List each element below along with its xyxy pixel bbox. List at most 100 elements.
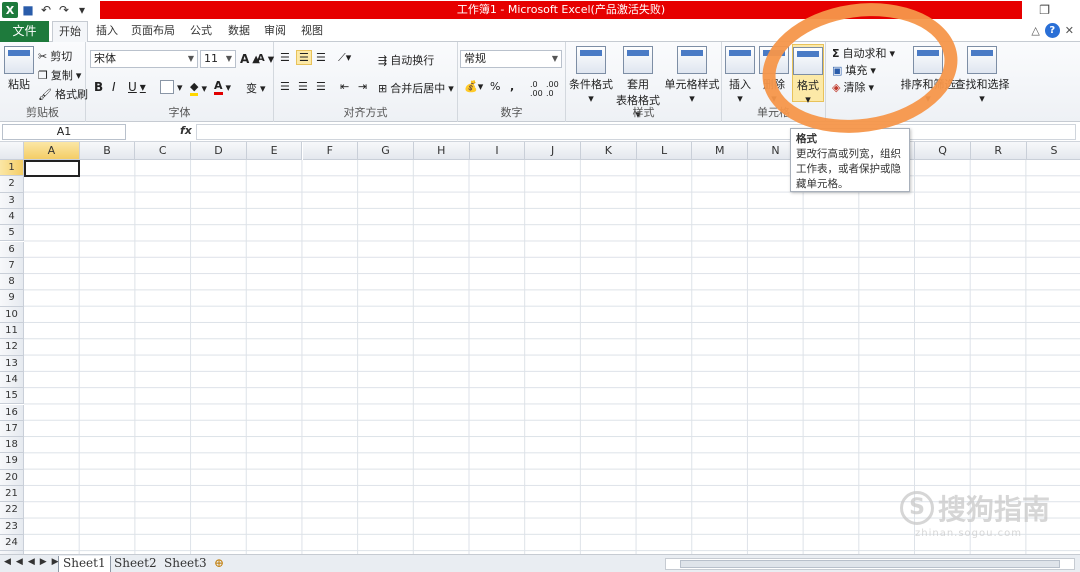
- column-header[interactable]: J: [525, 142, 581, 160]
- minimize-ribbon-icon[interactable]: △: [1031, 24, 1039, 37]
- sheet-tab-2[interactable]: Sheet2: [110, 556, 161, 572]
- conditional-formatting-button[interactable]: 条件格式 ▾: [568, 46, 614, 105]
- align-center-button[interactable]: ☰: [298, 80, 308, 93]
- underline-button[interactable]: U ▾: [128, 80, 146, 94]
- row-header[interactable]: 19: [0, 453, 24, 470]
- save-icon[interactable]: ■: [20, 2, 36, 18]
- font-color-button[interactable]: A ▾: [214, 79, 231, 95]
- row-header[interactable]: 17: [0, 420, 24, 438]
- row-header[interactable]: 24: [0, 534, 24, 552]
- cell-styles-button[interactable]: 单元格样式 ▾: [664, 46, 720, 105]
- column-header[interactable]: L: [636, 142, 693, 160]
- percent-button[interactable]: %: [490, 80, 500, 93]
- row-header[interactable]: 22: [0, 502, 24, 519]
- formula-input[interactable]: [196, 124, 1076, 140]
- bold-button[interactable]: B: [94, 80, 103, 94]
- row-header[interactable]: 4: [0, 208, 24, 226]
- undo-icon[interactable]: ↶: [38, 2, 54, 18]
- tab-page-layout[interactable]: 页面布局: [128, 21, 178, 43]
- paste-button[interactable]: 粘贴: [4, 46, 34, 92]
- help-icon[interactable]: ?: [1044, 23, 1060, 38]
- column-header[interactable]: F: [302, 142, 359, 160]
- column-header[interactable]: H: [413, 142, 470, 160]
- decrease-indent-button[interactable]: ⇤: [340, 80, 349, 93]
- tab-review[interactable]: 审阅: [258, 21, 292, 43]
- row-header[interactable]: 14: [0, 371, 24, 389]
- row-header[interactable]: 3: [0, 192, 24, 209]
- column-header[interactable]: G: [358, 142, 414, 160]
- tab-home[interactable]: 开始: [52, 21, 88, 43]
- align-left-button[interactable]: ☰: [280, 80, 290, 93]
- number-format-select[interactable]: 常规 ▼: [460, 50, 562, 68]
- insert-cells-button[interactable]: 插入 ▾: [724, 46, 756, 105]
- row-header[interactable]: 11: [0, 323, 24, 340]
- find-select-button[interactable]: 查找和选择 ▾: [952, 46, 1012, 105]
- tab-file[interactable]: 文件: [0, 21, 49, 42]
- tab-view[interactable]: 视图: [295, 21, 329, 43]
- row-header[interactable]: 15: [0, 388, 24, 405]
- row-header[interactable]: 21: [0, 486, 24, 503]
- wrap-text-button[interactable]: ⇶ 自动换行: [378, 52, 434, 68]
- font-size-select[interactable]: 11 ▼: [200, 50, 236, 68]
- row-header[interactable]: 8: [0, 274, 24, 291]
- column-header[interactable]: B: [79, 142, 136, 160]
- increase-indent-button[interactable]: ⇥: [358, 80, 367, 93]
- align-top-button[interactable]: ☰: [280, 51, 290, 64]
- format-painter-button[interactable]: 🖌 格式刷: [38, 86, 88, 102]
- tab-insert[interactable]: 插入: [90, 21, 124, 43]
- column-header[interactable]: S: [1026, 142, 1080, 160]
- merge-center-button[interactable]: ⊞ 合并后居中 ▾: [378, 80, 454, 96]
- row-header[interactable]: 1: [0, 160, 24, 177]
- redo-icon[interactable]: ↷: [56, 2, 72, 18]
- comma-button[interactable]: ,: [510, 80, 514, 93]
- row-header[interactable]: 16: [0, 404, 24, 421]
- column-header[interactable]: A: [24, 142, 80, 160]
- name-box[interactable]: A1: [2, 124, 126, 140]
- orientation-button[interactable]: ⟋▾: [338, 51, 351, 65]
- row-header[interactable]: 6: [0, 241, 24, 258]
- active-cell[interactable]: [24, 160, 80, 177]
- align-middle-button[interactable]: ☰: [296, 50, 312, 65]
- align-bottom-button[interactable]: ☰: [316, 51, 326, 64]
- phonetic-button[interactable]: 变 ▾: [246, 80, 266, 96]
- restore-window-icon[interactable]: ❐: [1039, 3, 1050, 17]
- cut-button[interactable]: ✂ 剪切: [38, 48, 72, 64]
- column-header[interactable]: K: [581, 142, 637, 160]
- column-header[interactable]: M: [692, 142, 749, 160]
- sheet-tab-1[interactable]: Sheet1: [58, 556, 111, 572]
- row-header[interactable]: 13: [0, 355, 24, 372]
- column-header[interactable]: Q: [915, 142, 971, 160]
- tab-data[interactable]: 数据: [222, 21, 256, 43]
- sheet-tab-3[interactable]: Sheet3: [160, 556, 211, 572]
- row-header[interactable]: 18: [0, 437, 24, 454]
- font-name-select[interactable]: 宋体 ▼: [90, 50, 198, 68]
- align-right-button[interactable]: ☰: [316, 80, 326, 93]
- sheet-nav-arrows[interactable]: ◀◀◀▶▶: [4, 557, 64, 567]
- row-header[interactable]: 7: [0, 257, 24, 275]
- row-header[interactable]: 20: [0, 469, 24, 486]
- customize-qat-icon[interactable]: ▾: [74, 2, 90, 18]
- tab-formulas[interactable]: 公式: [184, 21, 218, 43]
- row-header[interactable]: 5: [0, 225, 24, 242]
- borders-button[interactable]: ▾: [160, 80, 183, 94]
- insert-function-icon[interactable]: fx: [180, 124, 192, 137]
- horizontal-scrollbar[interactable]: [665, 558, 1075, 570]
- row-header[interactable]: 10: [0, 306, 24, 323]
- row-header[interactable]: 9: [0, 290, 24, 307]
- column-header[interactable]: D: [191, 142, 247, 160]
- currency-button[interactable]: 💰▾: [464, 80, 483, 93]
- row-header[interactable]: 12: [0, 339, 24, 356]
- row-header[interactable]: 23: [0, 518, 24, 535]
- decrease-decimal-button[interactable]: .00.0: [546, 80, 559, 98]
- fill-color-button[interactable]: ◆ ▾: [190, 80, 207, 96]
- shrink-font-button[interactable]: A ▼: [257, 53, 274, 64]
- column-header[interactable]: R: [970, 142, 1027, 160]
- close-window-icon[interactable]: ✕: [1065, 24, 1074, 37]
- copy-button[interactable]: ❐ 复制 ▾: [38, 67, 81, 83]
- row-header[interactable]: 2: [0, 176, 24, 193]
- scrollbar-thumb[interactable]: [680, 560, 1060, 568]
- italic-button[interactable]: I: [112, 80, 116, 94]
- new-sheet-icon[interactable]: ⊕: [210, 556, 228, 572]
- column-header[interactable]: I: [469, 142, 526, 160]
- column-header[interactable]: C: [135, 142, 192, 160]
